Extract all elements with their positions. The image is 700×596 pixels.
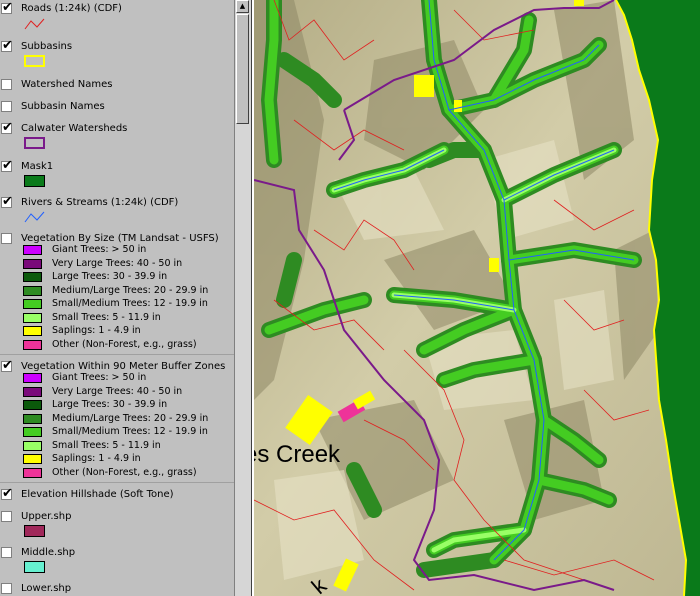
legend-class-row: Large Trees: 30 - 39.9 in (0, 271, 234, 284)
scroll-up-arrow-icon[interactable]: ▲ (236, 0, 249, 13)
layer-checkbox-subbasin-names[interactable] (1, 101, 12, 112)
layer-checkbox-roads[interactable] (1, 0, 13, 15)
divider (0, 354, 234, 355)
layer-name-rivers: Rivers & Streams (1:24k) (CDF) (21, 197, 179, 208)
layer-name-veg-buffer: Vegetation Within 90 Meter Buffer Zones (21, 361, 226, 372)
red-line-icon (24, 18, 45, 30)
legend-class-label: Small/Medium Trees: 12 - 19.9 in (52, 298, 208, 309)
legend-class-row: Small Trees: 5 - 11.9 in (0, 440, 234, 453)
legend-class-row: Other (Non-Forest, e.g., grass) (0, 467, 234, 480)
legend-color-swatch (23, 454, 42, 464)
layer-name-lower: Lower.shp (21, 583, 72, 594)
legend-class-row: Giant Trees: > 50 in (0, 372, 234, 385)
layer-checkbox-subbasins[interactable] (1, 38, 13, 53)
legend-class-label: Small Trees: 5 - 11.9 in (52, 439, 161, 451)
legend-class-label: Large Trees: 30 - 39.9 in (52, 399, 168, 410)
layer-checkbox-upper[interactable] (1, 511, 12, 522)
layer-name-middle: Middle.shp (21, 547, 76, 558)
legend-class-label: Medium/Large Trees: 20 - 29.9 in (52, 284, 209, 296)
layer-name-veg-size: Vegetation By Size (TM Landsat - USFS) (21, 233, 219, 244)
map-view[interactable]: es Creek k (254, 0, 700, 596)
layer-checkbox-veg-size[interactable] (1, 233, 12, 244)
legend-color-swatch (23, 373, 42, 383)
layer-checkbox-watershed-names[interactable] (1, 79, 12, 90)
layer-checkbox-hillshade[interactable] (1, 486, 13, 501)
legend-color-swatch (23, 386, 42, 397)
layer-checkbox-lower[interactable] (1, 583, 12, 594)
legend-class-label: Small/Medium Trees: 12 - 19.9 in (52, 426, 208, 437)
legend-scrollbar[interactable]: ▲ (234, 0, 251, 596)
legend-color-swatch (23, 258, 42, 269)
legend-color-swatch (23, 285, 42, 296)
layer-name-subbasins: Subbasins (21, 41, 73, 52)
legend-class-row: Small Trees: 5 - 11.9 in (0, 312, 234, 325)
layer-name-hillshade: Elevation Hillshade (Soft Tone) (21, 489, 174, 500)
legend-class-row: Small/Medium Trees: 12 - 19.9 in (0, 426, 234, 439)
legend-class-label: Very Large Trees: 40 - 50 in (52, 385, 183, 397)
legend-color-swatch (23, 272, 42, 282)
legend-color-swatch (23, 312, 42, 323)
purple-polygon-icon (24, 137, 45, 149)
layer-checkbox-rivers[interactable] (1, 194, 13, 209)
blue-line-icon (24, 211, 45, 223)
legend-class-label: Giant Trees: > 50 in (52, 244, 147, 255)
legend-class-label: Large Trees: 30 - 39.9 in (52, 271, 168, 282)
legend-color-swatch (23, 427, 42, 437)
legend-class-label: Giant Trees: > 50 in (52, 372, 147, 383)
layer-name-calwater: Calwater Watersheds (21, 123, 128, 134)
legend-panel: Roads (1:24k) (CDF) Subbasins Watershed … (0, 0, 234, 596)
legend-class-row: Large Trees: 30 - 39.9 in (0, 399, 234, 412)
legend-class-row: Other (Non-Forest, e.g., grass) (0, 339, 234, 352)
legend-color-swatch (23, 400, 42, 410)
legend-class-label: Very Large Trees: 40 - 50 in (52, 257, 183, 269)
legend-color-swatch (23, 440, 42, 451)
layer-name-roads: Roads (1:24k) (CDF) (21, 3, 122, 14)
layer-name-mask1: Mask1 (21, 161, 54, 172)
legend-color-swatch (23, 339, 42, 350)
legend-class-row: Saplings: 1 - 4.9 in (0, 453, 234, 466)
legend-class-row: Small/Medium Trees: 12 - 19.9 in (0, 298, 234, 311)
legend-class-label: Other (Non-Forest, e.g., grass) (52, 466, 197, 478)
map-canvas[interactable]: es Creek k (254, 0, 700, 596)
maroon-fill-icon (24, 525, 45, 537)
legend-color-swatch (23, 413, 42, 424)
layer-name-watershed-names: Watershed Names (21, 79, 113, 90)
layer-checkbox-mask1[interactable] (1, 158, 13, 173)
legend-class-row: Giant Trees: > 50 in (0, 244, 234, 257)
aqua-fill-icon (24, 561, 45, 573)
layer-checkbox-calwater[interactable] (1, 120, 13, 135)
scroll-thumb[interactable] (236, 14, 249, 124)
legend-class-row: Very Large Trees: 40 - 50 in (0, 386, 234, 399)
legend-class-row: Medium/Large Trees: 20 - 29.9 in (0, 413, 234, 426)
divider (0, 482, 234, 483)
legend-color-swatch (23, 245, 42, 255)
legend-class-row: Very Large Trees: 40 - 50 in (0, 258, 234, 271)
legend-class-label: Saplings: 1 - 4.9 in (52, 453, 141, 464)
legend-class-row: Saplings: 1 - 4.9 in (0, 325, 234, 338)
layer-checkbox-middle[interactable] (1, 547, 12, 558)
legend-class-label: Medium/Large Trees: 20 - 29.9 in (52, 412, 209, 424)
green-fill-icon (24, 175, 45, 187)
legend-class-label: Other (Non-Forest, e.g., grass) (52, 338, 197, 350)
legend-class-row: Medium/Large Trees: 20 - 29.9 in (0, 285, 234, 298)
legend-color-swatch (23, 467, 42, 478)
legend-color-swatch (23, 299, 42, 309)
layer-name-subbasin-names: Subbasin Names (21, 101, 105, 112)
legend-class-label: Saplings: 1 - 4.9 in (52, 325, 141, 336)
legend-color-swatch (23, 326, 42, 336)
creek-label: es Creek (254, 441, 341, 468)
layer-checkbox-veg-buffer[interactable] (1, 358, 13, 373)
legend-class-label: Small Trees: 5 - 11.9 in (52, 311, 161, 323)
yellow-polygon-icon (24, 55, 45, 67)
layer-name-upper: Upper.shp (21, 511, 72, 522)
